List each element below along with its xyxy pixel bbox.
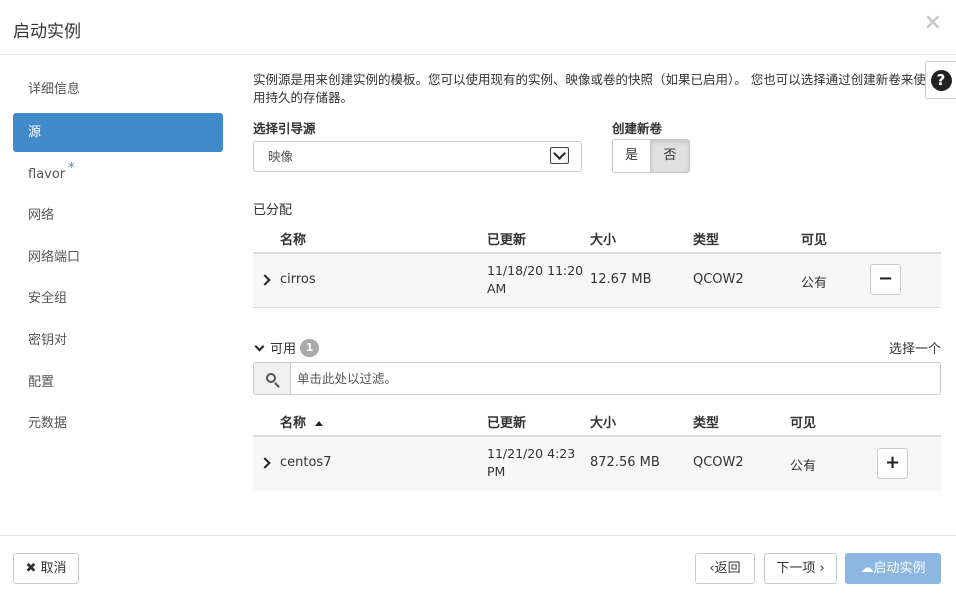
- row-visibility: 公有: [790, 459, 817, 474]
- sidebar-item-label: 源: [28, 124, 42, 140]
- column-name[interactable]: 名称: [280, 412, 324, 431]
- next-button[interactable]: 下一项 ›: [764, 553, 837, 584]
- row-name: cirros: [280, 272, 316, 287]
- chevron-down-icon: [254, 341, 265, 351]
- column-type[interactable]: 类型: [693, 229, 719, 248]
- modal-title: 启动实例: [13, 22, 81, 42]
- column-updated[interactable]: 已更新: [487, 229, 526, 248]
- available-toggle[interactable]: 可用 1: [253, 338, 320, 357]
- sidebar-item-label: 详细信息: [28, 82, 81, 97]
- sidebar-item-metadata[interactable]: 元数据: [13, 403, 223, 445]
- boot-source-select[interactable]: 映像: [253, 141, 582, 172]
- new-volume-no-button[interactable]: 否: [651, 139, 690, 173]
- row-updated: 11/21/20 4:23 PM: [487, 445, 575, 481]
- sort-asc-icon: [315, 421, 324, 426]
- sidebar-item-security-groups[interactable]: 安全组: [13, 278, 223, 320]
- launch-instance-button[interactable]: ☁启动实例: [845, 553, 941, 584]
- back-label: 返回: [714, 561, 741, 576]
- sidebar-item-label: 网络端口: [28, 249, 81, 265]
- row-visibility: 公有: [801, 276, 828, 291]
- table-row: centos7 11/21/20 4:23 PM 872.56 MB QCOW2…: [253, 437, 941, 491]
- new-volume-label: 创建新卷: [612, 121, 663, 136]
- available-count-badge: 1: [300, 338, 320, 357]
- chevron-down-icon: [550, 147, 569, 164]
- sidebar-item-label: flavor: [28, 166, 66, 182]
- sidebar-item-label: 网络: [28, 208, 55, 224]
- row-size: 12.67 MB: [590, 272, 652, 287]
- column-name-label: 名称: [280, 416, 307, 431]
- wizard-sidebar: 详细信息 源 flavor * 网络 网络端口 安全组 密钥对 配置 元数据: [13, 69, 223, 445]
- row-type: QCOW2: [693, 455, 744, 470]
- cloud-upload-icon: ☁: [860, 561, 874, 576]
- sidebar-item-label: 元数据: [28, 416, 68, 432]
- sidebar-item-configuration[interactable]: 配置: [13, 362, 223, 404]
- filter-box: 单击此处以过滤。: [253, 362, 941, 395]
- sidebar-item-details[interactable]: 详细信息: [13, 69, 223, 111]
- row-updated: 11/18/20 11:20 AM: [487, 262, 583, 298]
- modal-footer: ✖ 取消 ‹返回 下一项 › ☁启动实例: [0, 535, 956, 599]
- row-updated-line1: 11/18/20 11:20: [487, 263, 584, 278]
- row-updated-line2: AM: [487, 281, 507, 296]
- search-icon: [266, 372, 276, 383]
- row-size: 872.56 MB: [590, 455, 660, 470]
- required-marker: *: [68, 160, 75, 176]
- column-name[interactable]: 名称: [280, 229, 306, 248]
- new-volume-yes-button[interactable]: 是: [612, 139, 651, 173]
- column-visibility[interactable]: 可见: [790, 412, 816, 431]
- column-updated[interactable]: 已更新: [487, 412, 526, 431]
- sidebar-item-keypairs[interactable]: 密钥对: [13, 320, 223, 362]
- column-visibility[interactable]: 可见: [801, 229, 827, 248]
- allocate-button[interactable]: +: [877, 448, 908, 479]
- sidebar-item-source[interactable]: 源: [13, 112, 223, 152]
- allocated-label: 已分配: [253, 203, 293, 218]
- chevron-right-icon[interactable]: [259, 457, 271, 469]
- question-icon: ?: [930, 69, 952, 91]
- sidebar-item-label: 密钥对: [28, 332, 68, 348]
- close-icon[interactable]: ×: [924, 12, 942, 34]
- modal-header: 启动实例 ×: [0, 0, 956, 55]
- row-type: QCOW2: [693, 272, 744, 287]
- sidebar-item-flavor[interactable]: flavor *: [13, 154, 223, 196]
- cancel-button[interactable]: ✖ 取消: [13, 553, 79, 584]
- row-updated-line2: PM: [487, 464, 506, 479]
- column-size[interactable]: 大小: [590, 229, 616, 248]
- back-button[interactable]: ‹返回: [695, 553, 755, 584]
- allocated-table-header: 名称 已更新 大小 类型 可见: [253, 221, 941, 254]
- deallocate-button[interactable]: −: [870, 264, 901, 295]
- column-type[interactable]: 类型: [693, 412, 719, 431]
- filter-input[interactable]: 单击此处以过滤。: [297, 363, 397, 394]
- sidebar-item-label: 配置: [28, 374, 55, 390]
- boot-source-value: 映像: [268, 149, 294, 164]
- chevron-right-icon[interactable]: [259, 274, 271, 286]
- row-name: centos7: [280, 455, 332, 470]
- search-addon: [254, 363, 291, 394]
- row-updated-line1: 11/21/20 4:23: [487, 446, 576, 461]
- column-size[interactable]: 大小: [590, 412, 616, 431]
- launch-label: 启动实例: [873, 561, 926, 576]
- cancel-label: 取消: [40, 561, 67, 576]
- close-icon: ✖: [25, 561, 37, 576]
- available-label: 可用: [270, 342, 297, 357]
- help-button[interactable]: ?: [925, 61, 956, 99]
- available-table-header: 名称 已更新 大小 类型 可见: [253, 404, 941, 437]
- new-volume-toggle: 是 否: [612, 139, 690, 173]
- chevron-right-icon: ›: [815, 561, 825, 576]
- boot-source-label: 选择引导源: [253, 121, 316, 136]
- table-row: cirros 11/18/20 11:20 AM 12.67 MB QCOW2 …: [253, 254, 941, 308]
- sidebar-item-networks[interactable]: 网络: [13, 195, 223, 237]
- description-text: 实例源是用来创建实例的模板。您可以使用现有的实例、映像或卷的快照（如果已启用）。…: [253, 72, 925, 105]
- select-one-hint: 选择一个: [889, 342, 942, 357]
- next-label: 下一项: [776, 561, 816, 576]
- sidebar-item-label: 安全组: [28, 291, 68, 307]
- source-description: 实例源是用来创建实例的模板。您可以使用现有的实例、映像或卷的快照（如果已启用）。…: [253, 71, 925, 107]
- sidebar-item-ports[interactable]: 网络端口: [13, 237, 223, 279]
